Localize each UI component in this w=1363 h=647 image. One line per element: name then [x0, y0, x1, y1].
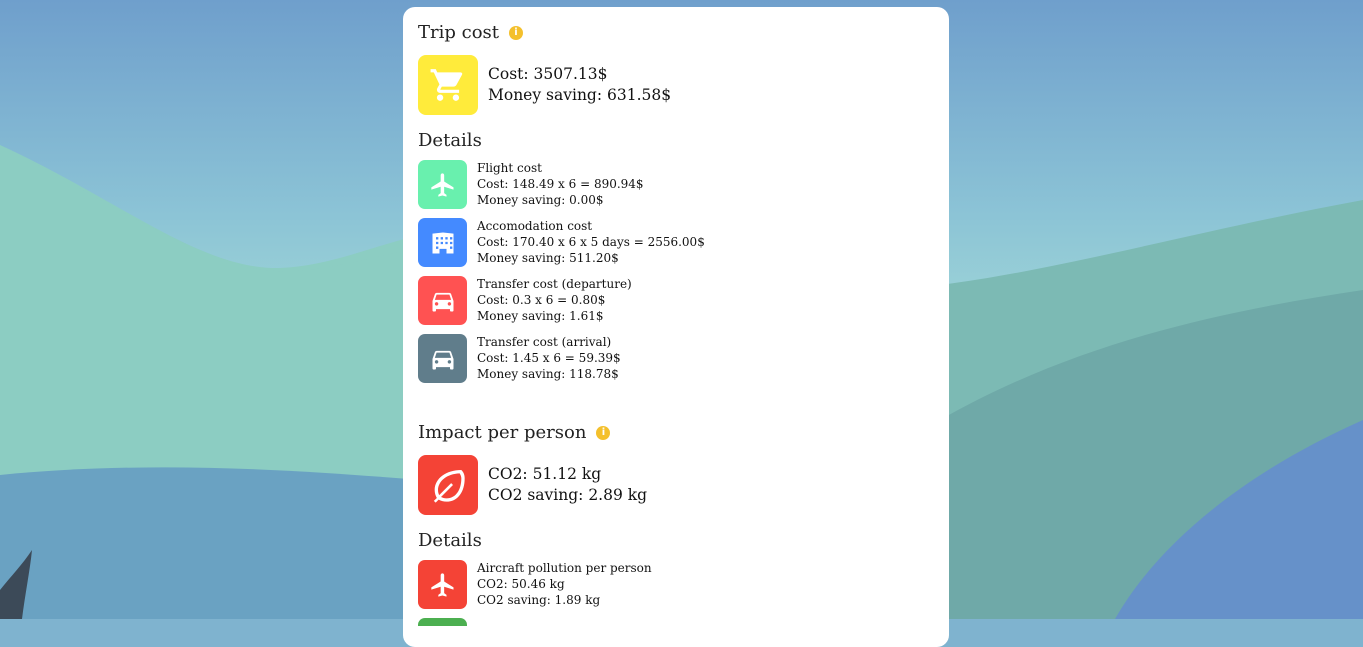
item-co2: CO2: 50.46 kg: [477, 577, 565, 591]
info-icon[interactable]: i: [596, 425, 611, 440]
impact-details-title: Details: [418, 530, 482, 551]
airplane-icon: [418, 160, 467, 209]
item-cost: Cost: 148.49 x 6 = 890.94$: [477, 177, 644, 191]
impact-title: Impact per person: [418, 422, 587, 443]
shopping-cart-icon: [418, 55, 478, 115]
item-title: Flight cost: [477, 161, 542, 175]
airplane-icon: [418, 560, 467, 609]
item-saving: Money saving: 1.61$: [477, 309, 604, 323]
item-co2-saving: CO2 saving: 1.89 kg: [477, 593, 601, 607]
total-co2-saving: CO2 saving: 2.89 kg: [488, 486, 648, 504]
item-title: Transfer cost (arrival): [477, 335, 612, 349]
total-co2: CO2: 51.12 kg: [488, 465, 602, 483]
trip-cost-summary: Cost: 3507.13$ Money saving: 631.58$: [488, 64, 671, 106]
item-title: Aircraft pollution per person: [477, 561, 652, 575]
item-saving: Money saving: 118.78$: [477, 367, 619, 381]
item-saving: Money saving: 0.00$: [477, 193, 604, 207]
item-title: Transfer cost (departure): [477, 277, 632, 291]
cost-card: Trip cost i Cost: 3507.13$ Money saving:…: [403, 7, 949, 647]
info-icon[interactable]: i: [509, 25, 523, 40]
impact-header: Impact per person i: [418, 422, 611, 443]
item-cost: Cost: 1.45 x 6 = 59.39$: [477, 351, 621, 365]
trip-cost-details-title: Details: [418, 130, 482, 151]
item-cost: Cost: 0.3 x 6 = 0.80$: [477, 293, 606, 307]
car-icon: [418, 276, 467, 325]
trip-cost-title: Trip cost: [418, 22, 499, 43]
item-cost: Cost: 170.40 x 6 x 5 days = 2556.00$: [477, 235, 705, 249]
trip-cost-header: Trip cost i: [418, 22, 523, 43]
total-money-saving: Money saving: 631.58$: [488, 86, 672, 104]
total-cost: Cost: 3507.13$: [488, 65, 608, 83]
leaf-icon: [418, 455, 478, 515]
impact-summary: CO2: 51.12 kg CO2 saving: 2.89 kg: [488, 464, 647, 506]
building-icon: [418, 218, 467, 267]
item-title: Accomodation cost: [477, 219, 593, 233]
item-saving: Money saving: 511.20$: [477, 251, 619, 265]
car-icon: [418, 334, 467, 383]
next-item-icon: [418, 618, 467, 626]
